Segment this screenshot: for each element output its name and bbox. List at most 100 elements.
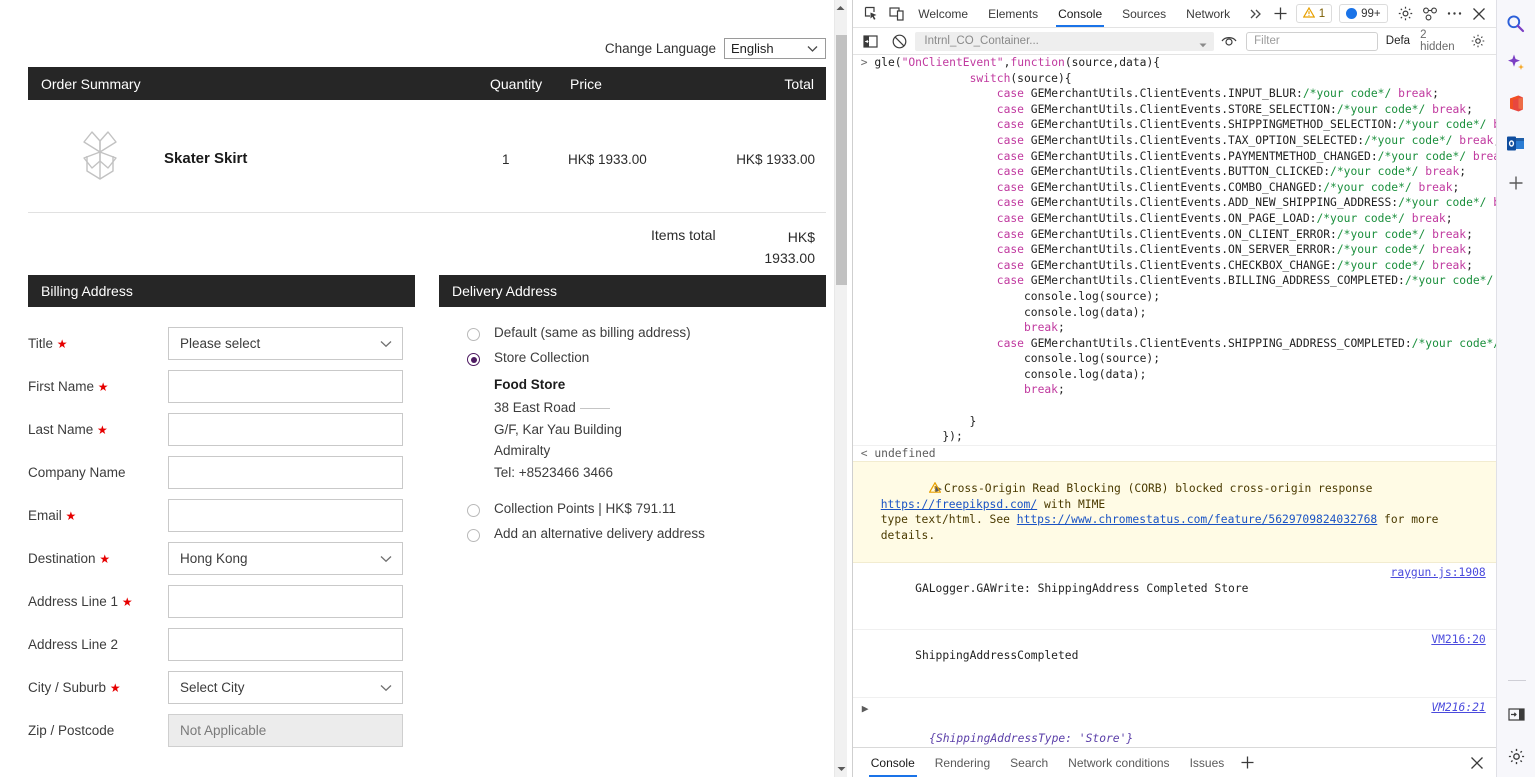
console-input-line: break; bbox=[1023, 383, 1065, 397]
label-destination-text: Destination bbox=[28, 551, 96, 566]
live-expression-icon[interactable] bbox=[1218, 29, 1242, 53]
city-suburb-select-value: Select City bbox=[180, 680, 245, 695]
first-name-input[interactable] bbox=[168, 370, 403, 403]
console-eval-result-text: undefined bbox=[874, 446, 936, 460]
scroll-down-arrow-icon[interactable] bbox=[835, 761, 848, 777]
console-settings-gear-icon[interactable] bbox=[1465, 29, 1489, 53]
delivery-option-alternative-address[interactable]: Add an alternative delivery address bbox=[441, 526, 826, 542]
radio-store-collection-icon[interactable] bbox=[467, 353, 480, 366]
city-suburb-select[interactable]: Select City bbox=[168, 671, 403, 704]
label-email-text: Email bbox=[28, 508, 62, 523]
delivery-option-default-label: Default (same as billing address) bbox=[494, 325, 691, 340]
plus-icon[interactable] bbox=[1269, 2, 1291, 26]
drawer-tab-console[interactable]: Console bbox=[861, 748, 925, 777]
console-log-row: GALogger.GAWrite: ShippingAddress Comple… bbox=[852, 563, 1496, 631]
chevron-double-right-icon[interactable] bbox=[1245, 2, 1267, 26]
devtools-tab-console[interactable]: Console bbox=[1049, 0, 1111, 27]
console-input-line: case GEMerchantUtils.ClientEvents.INPUT_… bbox=[996, 87, 1439, 101]
delivery-options: Default (same as billing address) Store … bbox=[439, 307, 826, 542]
close-icon[interactable] bbox=[1464, 751, 1490, 775]
drawer-tab-issues[interactable]: Issues bbox=[1180, 748, 1235, 777]
outlook-icon[interactable] bbox=[1503, 130, 1529, 156]
ellipsis-icon[interactable] bbox=[1443, 2, 1465, 26]
items-total-row: Items total HK$ 1933.00 bbox=[28, 213, 826, 275]
console-input-line: console.log(source); bbox=[860, 289, 1160, 303]
delivery-option-alternative-address-label: Add an alternative delivery address bbox=[494, 526, 705, 541]
console-log-level-select[interactable]: Defa bbox=[1386, 35, 1410, 47]
billing-address-column: Billing Address Title ★ Please select Fi… bbox=[28, 275, 415, 757]
console-log-source-link[interactable]: VM216:20 bbox=[1431, 632, 1485, 648]
gear-icon[interactable] bbox=[1395, 2, 1417, 26]
device-toolbar-icon[interactable] bbox=[885, 2, 907, 26]
drawer-tab-search-label: Search bbox=[1010, 755, 1049, 770]
order-item-row: Skater Skirt 1 HK$ 1933.00 HK$ 1933.00 bbox=[28, 100, 826, 194]
address-line-1-input[interactable] bbox=[168, 585, 403, 618]
close-icon[interactable] bbox=[1467, 2, 1489, 26]
copilot-sparkle-icon[interactable] bbox=[1503, 50, 1529, 76]
edge-sidebar-rail bbox=[1495, 0, 1535, 777]
scrollbar-thumb[interactable] bbox=[835, 35, 847, 285]
javascript-context-select[interactable]: Intrnl_CO_Container... bbox=[915, 31, 1214, 51]
devtools-tab-welcome[interactable]: Welcome bbox=[909, 0, 977, 27]
console-output[interactable]: > gle("OnClientEvent",function(source,da… bbox=[852, 55, 1496, 747]
address-columns: Billing Address Title ★ Please select Fi… bbox=[28, 275, 826, 757]
office-icon[interactable] bbox=[1503, 90, 1529, 116]
plus-icon[interactable] bbox=[1234, 751, 1260, 775]
page-scrollbar[interactable] bbox=[833, 0, 848, 777]
title-select[interactable]: Please select bbox=[168, 327, 403, 360]
devtools-tab-network[interactable]: Network bbox=[1177, 0, 1239, 27]
label-last-name: Last Name ★ bbox=[28, 413, 168, 438]
console-input-line: console.log(source); bbox=[860, 352, 1160, 366]
expand-triangle-icon[interactable]: ▶ bbox=[862, 701, 869, 717]
corb-warning-link-2[interactable]: https://www.chromestatus.com/feature/562… bbox=[1017, 513, 1377, 526]
console-log-source-link[interactable]: raygun.js:1908 bbox=[1391, 565, 1486, 581]
zip-postcode-input[interactable] bbox=[168, 714, 403, 747]
devtools-customize-icon[interactable] bbox=[1419, 2, 1441, 26]
company-name-input[interactable] bbox=[168, 456, 403, 489]
required-star-icon: ★ bbox=[121, 595, 133, 609]
selected-store-details: Food Store 38 East Road G/F, Kar Yau Bui… bbox=[494, 377, 826, 483]
delivery-option-collection-points-label: Collection Points | HK$ 791.11 bbox=[494, 501, 676, 516]
delivery-option-store-collection[interactable]: Store Collection bbox=[441, 350, 826, 366]
console-log-object-row[interactable]: ▶ {ShippingAddressType: 'Store'} VM216:2… bbox=[853, 698, 1496, 747]
email-input[interactable] bbox=[168, 499, 403, 532]
console-input-line: case GEMerchantUtils.ClientEvents.BILLIN… bbox=[996, 274, 1494, 288]
radio-default-icon[interactable] bbox=[467, 328, 480, 341]
drawer-tab-rendering[interactable]: Rendering bbox=[925, 748, 1000, 777]
radio-alternative-address-icon[interactable] bbox=[467, 529, 480, 542]
delivery-option-default[interactable]: Default (same as billing address) bbox=[441, 325, 826, 341]
label-title: Title ★ bbox=[28, 327, 168, 352]
console-input-line: case GEMerchantUtils.ClientEvents.SHIPPI… bbox=[996, 118, 1496, 132]
destination-select[interactable]: Hong Kong bbox=[168, 542, 403, 575]
add-tool-icon[interactable] bbox=[1503, 170, 1529, 196]
language-select[interactable]: English bbox=[724, 38, 826, 59]
required-star-icon: ★ bbox=[56, 337, 68, 351]
warning-count-badge[interactable]: 1 bbox=[1295, 4, 1333, 23]
split-screen-icon[interactable] bbox=[1504, 701, 1530, 727]
inspect-element-icon[interactable] bbox=[861, 2, 883, 26]
store-address-line-1: 38 East Road bbox=[494, 397, 826, 419]
delivery-option-collection-points[interactable]: Collection Points | HK$ 791.11 bbox=[441, 501, 826, 517]
console-input-line: case GEMerchantUtils.ClientEvents.TAX_OP… bbox=[996, 133, 1496, 147]
radio-collection-points-icon[interactable] bbox=[467, 504, 480, 517]
console-log-source-link[interactable]: VM216:21 bbox=[1431, 700, 1485, 716]
devtools-tab-sources[interactable]: Sources bbox=[1113, 0, 1175, 27]
console-filter-input[interactable]: Filter bbox=[1246, 31, 1378, 51]
store-name: Food Store bbox=[494, 377, 566, 392]
last-name-input[interactable] bbox=[168, 413, 403, 446]
label-address-line-1: Address Line 1 ★ bbox=[28, 585, 168, 610]
console-input-line: case GEMerchantUtils.ClientEvents.BUTTON… bbox=[996, 165, 1467, 179]
search-icon[interactable] bbox=[1503, 10, 1529, 36]
devtools-tab-elements[interactable]: Elements bbox=[979, 0, 1047, 27]
console-sidebar-icon[interactable] bbox=[859, 29, 883, 53]
console-input-line: case GEMerchantUtils.ClientEvents.ON_SER… bbox=[996, 243, 1473, 257]
settings-gear-icon[interactable] bbox=[1504, 743, 1530, 769]
drawer-tab-network-conditions[interactable]: Network conditions bbox=[1058, 748, 1179, 777]
order-summary-header: Order Summary Quantity Price Total bbox=[28, 67, 826, 100]
address-line-2-input[interactable] bbox=[168, 628, 403, 661]
drawer-tab-search[interactable]: Search bbox=[1000, 748, 1058, 777]
label-zip-postcode-text: Zip / Postcode bbox=[28, 723, 115, 738]
scroll-up-arrow-icon[interactable] bbox=[835, 0, 847, 16]
message-count-badge[interactable]: 99+ bbox=[1339, 4, 1388, 23]
clear-console-icon[interactable] bbox=[887, 29, 911, 53]
